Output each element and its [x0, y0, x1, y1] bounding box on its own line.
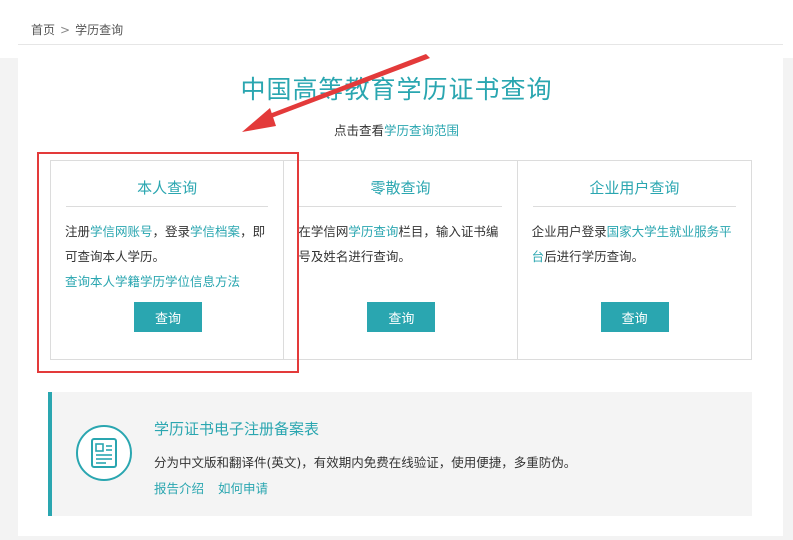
desc-text: 注册	[65, 224, 91, 239]
report-intro-link[interactable]: 报告介绍	[154, 478, 204, 497]
card-enterprise-query: 企业用户查询 企业用户登录国家大学生就业服务平台后进行学历查询。 查询	[518, 161, 751, 359]
certificate-document-icon	[76, 425, 132, 481]
certificate-panel: 学历证书电子注册备案表 分为中文版和翻译件(英文)，有效期内免费在线验证，使用便…	[48, 392, 752, 516]
card-title: 企业用户查询	[532, 177, 736, 207]
self-query-method-link[interactable]: 查询本人学籍学历学位信息方法	[65, 274, 240, 289]
certificate-description: 分为中文版和翻译件(英文)，有效期内免费在线验证，使用便捷，多重防伪。	[154, 455, 577, 470]
breadcrumb-home[interactable]: 首页	[31, 21, 55, 38]
card-title: 零散查询	[299, 177, 502, 207]
desc-text: 企业用户登录	[531, 224, 607, 239]
card-title: 本人查询	[66, 177, 269, 207]
chsi-archive-link[interactable]: 学信档案	[190, 224, 240, 239]
desc-text: 后进行学历查询。	[544, 249, 645, 264]
enterprise-query-button[interactable]: 查询	[600, 302, 669, 332]
chsi-account-link[interactable]: 学信网账号	[90, 224, 153, 239]
certificate-links: 报告介绍 如何申请	[154, 478, 268, 497]
scattered-query-button[interactable]: 查询	[367, 302, 436, 332]
self-query-button[interactable]: 查询	[134, 302, 202, 332]
how-to-apply-link[interactable]: 如何申请	[218, 478, 268, 497]
card-scattered-query: 零散查询 在学信网学历查询栏目，输入证书编号及姓名进行查询。 查询	[284, 161, 518, 359]
pointer-arrow-icon	[242, 54, 430, 132]
breadcrumb-separator: >	[60, 22, 71, 37]
certificate-title[interactable]: 学历证书电子注册备案表	[154, 418, 319, 439]
breadcrumb: 首页 > 学历查询	[31, 21, 123, 38]
desc-text: 在学信网	[298, 224, 349, 239]
card-self-query: 本人查询 注册学信网账号，登录学信档案，即可查询本人学历。 查询本人学籍学历学位…	[51, 161, 285, 359]
breadcrumb-current: 学历查询	[75, 23, 124, 37]
query-cards: 本人查询 注册学信网账号，登录学信档案，即可查询本人学历。 查询本人学籍学历学位…	[50, 160, 752, 360]
desc-text: ，登录	[152, 224, 191, 239]
card-description: 在学信网学历查询栏目，输入证书编号及姓名进行查询。	[298, 219, 502, 269]
edu-query-link[interactable]: 学历查询	[348, 224, 398, 239]
card-description: 企业用户登录国家大学生就业服务平台后进行学历查询。	[532, 219, 737, 269]
card-description: 注册学信网账号，登录学信档案，即可查询本人学历。 查询本人学籍学历学位信息方法	[65, 219, 269, 294]
